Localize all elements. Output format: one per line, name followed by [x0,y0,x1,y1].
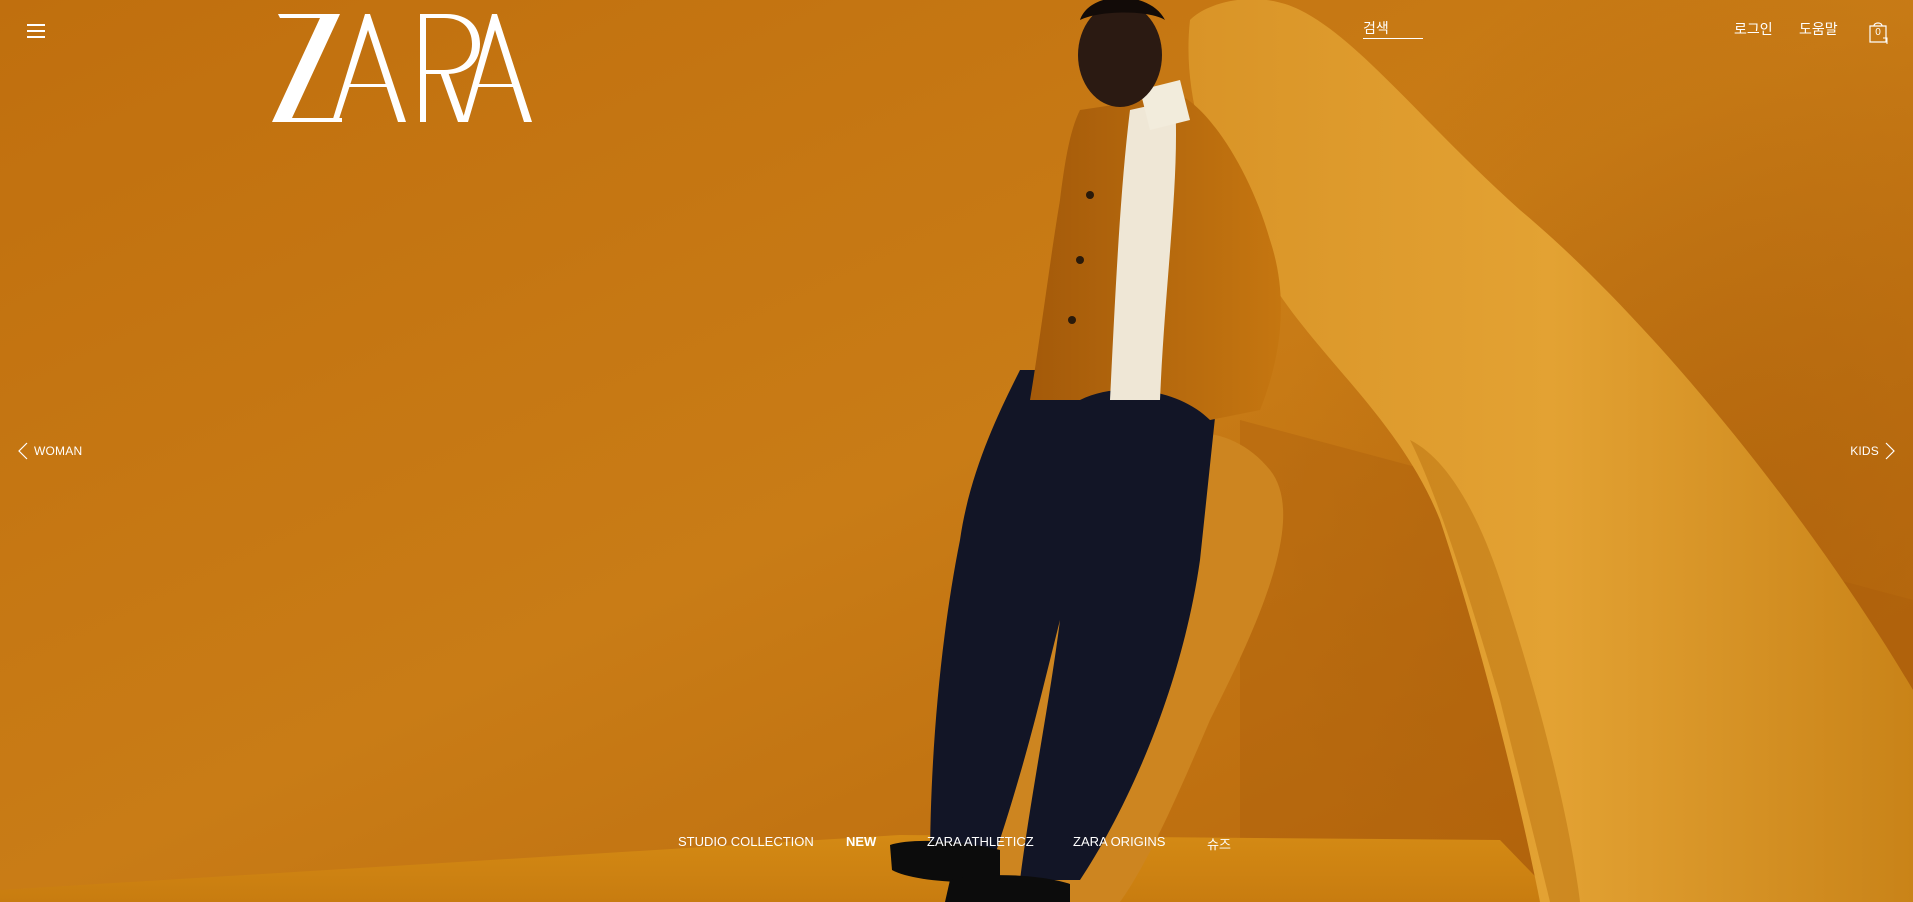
hero-image[interactable] [0,0,1913,902]
prev-category-label: WOMAN [34,444,83,458]
prev-category-link[interactable]: WOMAN [18,440,88,462]
next-category-label: KIDS [1850,444,1879,458]
cart-count: 0 [1875,27,1881,38]
bottom-nav-new[interactable]: NEW [846,834,876,849]
zara-logo[interactable] [270,10,536,125]
bottom-nav-shoes[interactable]: 슈즈 [1207,834,1231,853]
next-category-link[interactable]: KIDS [1844,440,1895,462]
search-label: 검색 [1363,20,1389,36]
shopping-bag-icon[interactable]: 0 [1868,20,1888,44]
chevron-left-icon [18,442,28,460]
hamburger-menu-icon[interactable] [24,20,48,40]
bottom-category-nav: STUDIO COLLECTION NEW ZARA ATHLETICZ ZAR… [0,834,1913,854]
help-link[interactable]: 도움말 [1799,19,1838,39]
bottom-nav-zara-athleticz[interactable]: ZARA ATHLETICZ [927,834,1034,849]
login-link[interactable]: 로그인 [1734,19,1773,39]
hero-section: 검색 로그인 도움말 0 WOMAN KIDS STUDIO COLLECTIO… [0,0,1913,902]
bottom-nav-studio-collection[interactable]: STUDIO COLLECTION [678,834,814,849]
bottom-nav-zara-origins[interactable]: ZARA ORIGINS [1073,834,1165,849]
search-input[interactable]: 검색 [1363,18,1423,39]
chevron-right-icon [1885,442,1895,460]
